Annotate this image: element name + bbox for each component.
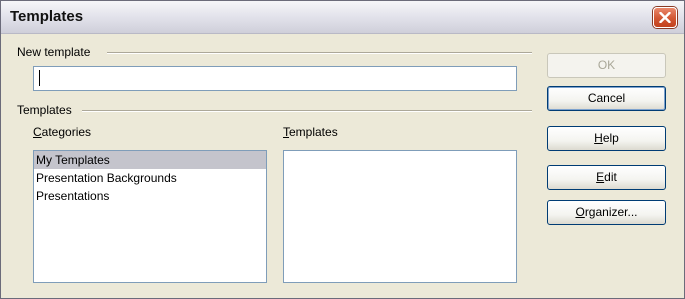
help-button[interactable]: Help	[547, 126, 666, 151]
categories-label-rest: ategories	[41, 125, 92, 139]
category-item-my-templates[interactable]: My Templates	[34, 151, 266, 169]
templates-listbox[interactable]	[283, 150, 517, 283]
organizer-mnemonic: O	[575, 205, 585, 219]
help-mnemonic: H	[594, 131, 603, 145]
new-template-separator	[107, 52, 532, 54]
cancel-button[interactable]: Cancel	[547, 86, 666, 111]
templates-label-rest: emplates	[289, 125, 338, 139]
edit-mnemonic: E	[596, 170, 605, 184]
category-item-presentation-backgrounds[interactable]: Presentation Backgrounds	[34, 169, 266, 187]
edit-label-rest: dit	[604, 170, 617, 184]
text-cursor	[39, 70, 40, 86]
organizer-button[interactable]: Organizer...	[547, 200, 666, 225]
organizer-label-rest: rganizer...	[584, 205, 638, 219]
categories-label: Categories	[33, 125, 91, 139]
categories-label-mnemonic: C	[33, 125, 42, 139]
title-bar[interactable]: Templates	[1, 1, 684, 34]
templates-separator	[82, 110, 532, 112]
edit-button[interactable]: Edit	[547, 165, 666, 190]
window-title: Templates	[10, 8, 84, 25]
close-button[interactable]	[653, 7, 677, 28]
ok-button[interactable]: OK	[547, 53, 666, 78]
templates-section-label: Templates	[17, 103, 72, 117]
help-label-rest: elp	[602, 131, 619, 145]
template-name-input[interactable]	[33, 66, 517, 91]
templates-dialog: Templates New template Templates Categor…	[0, 0, 685, 299]
templates-list-label: Templates	[283, 125, 338, 139]
categories-listbox[interactable]: My Templates Presentation Backgrounds Pr…	[33, 150, 267, 283]
new-template-section-label: New template	[17, 45, 91, 59]
category-item-presentations[interactable]: Presentations	[34, 187, 266, 205]
